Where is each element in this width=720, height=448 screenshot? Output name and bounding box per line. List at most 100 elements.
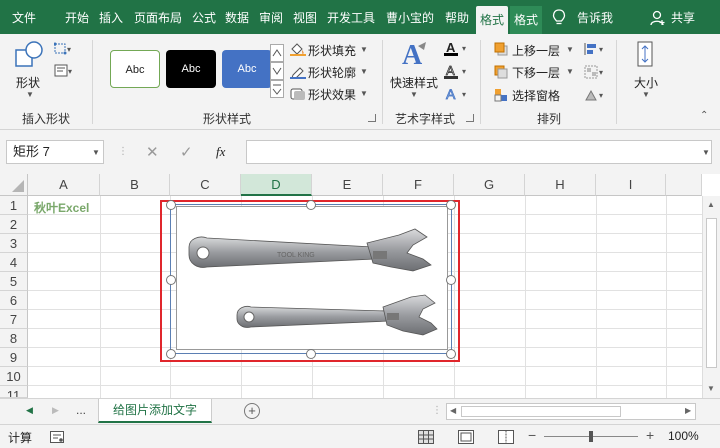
name-box[interactable]: 矩形 7 — [6, 140, 104, 164]
size-caret[interactable]: ▼ — [642, 90, 650, 99]
shape-style-white[interactable]: Abc — [110, 50, 160, 88]
align-icon[interactable]: ▾ — [584, 42, 608, 59]
rotate-icon[interactable]: ▾ — [584, 88, 608, 105]
column-header[interactable]: C — [170, 174, 241, 196]
row-header[interactable]: 7 — [0, 310, 28, 329]
enter-icon[interactable]: ✓ — [180, 143, 193, 161]
select-all-corner[interactable] — [0, 174, 28, 196]
tell-me-search[interactable]: 告诉我 — [574, 0, 616, 34]
text-box-icon[interactable]: ▾ — [54, 64, 74, 81]
send-backward-caret[interactable]: ▼ — [566, 67, 574, 76]
formula-input[interactable] — [246, 140, 712, 164]
resize-handle[interactable] — [446, 349, 456, 359]
column-header[interactable]: E — [312, 174, 383, 196]
pencil-icon[interactable] — [290, 65, 306, 82]
bring-forward-icon[interactable] — [494, 42, 508, 59]
page-layout-view-icon[interactable] — [458, 430, 474, 447]
resize-handle[interactable] — [306, 200, 316, 210]
resize-handle[interactable] — [166, 349, 176, 359]
tab-custom[interactable]: 曹小宝的 — [382, 0, 438, 34]
vertical-scroll-thumb[interactable] — [706, 218, 717, 368]
cell-a1[interactable]: 秋叶Excel — [34, 199, 89, 216]
column-header[interactable]: B — [100, 174, 170, 196]
column-header[interactable]: F — [383, 174, 454, 196]
bring-forward-caret[interactable]: ▼ — [566, 45, 574, 54]
size-icon[interactable] — [634, 40, 656, 71]
quick-styles-caret[interactable]: ▼ — [410, 90, 418, 99]
column-header[interactable]: I — [596, 174, 666, 196]
row-header[interactable]: 2 — [0, 215, 28, 234]
column-header-selected[interactable]: D — [241, 174, 312, 196]
paint-bucket-icon[interactable] — [290, 42, 306, 59]
sheet-tab-active[interactable]: 给图片添加文字 — [98, 399, 212, 423]
row-header[interactable]: 5 — [0, 272, 28, 291]
gallery-scroll[interactable] — [270, 44, 284, 98]
tab-home[interactable]: 开始 — [62, 0, 92, 34]
normal-view-icon[interactable] — [418, 430, 434, 447]
resize-handle[interactable] — [166, 200, 176, 210]
add-sheet-icon[interactable]: + — [244, 403, 260, 419]
tab-insert[interactable]: 插入 — [96, 0, 126, 34]
zoom-level[interactable]: 100% — [668, 429, 699, 443]
tab-review[interactable]: 审阅 — [256, 0, 286, 34]
insert-function-button[interactable]: fx — [216, 144, 225, 160]
tab-help[interactable]: 帮助 — [442, 0, 472, 34]
zoom-out-button[interactable]: − — [528, 427, 536, 443]
column-header[interactable] — [666, 174, 702, 196]
tab-format-shape[interactable]: 格式 — [510, 6, 542, 34]
edit-shape-icon[interactable]: ▾ — [53, 42, 74, 59]
shape-button[interactable]: 形状 — [16, 74, 40, 91]
send-backward-icon[interactable] — [494, 65, 508, 82]
horizontal-scrollbar[interactable]: ◀ ▶ — [446, 403, 696, 420]
page-break-view-icon[interactable] — [498, 430, 514, 447]
text-effects-icon[interactable]: A ▾ — [444, 86, 470, 105]
selection-pane-button[interactable]: 选择窗格 — [512, 87, 560, 104]
next-sheet-icon[interactable]: ▶ — [52, 405, 59, 416]
shape-effects-icon[interactable] — [290, 87, 306, 104]
horizontal-scroll-thumb[interactable] — [461, 406, 621, 417]
wordart-icon[interactable]: A — [398, 40, 430, 73]
cancel-icon[interactable]: ✕ — [146, 143, 159, 161]
row-header[interactable]: 9 — [0, 348, 28, 367]
prev-sheet-icon[interactable]: ◀ — [26, 405, 33, 416]
row-header[interactable]: 3 — [0, 234, 28, 253]
expand-formula-icon[interactable]: ▼ — [702, 148, 710, 157]
shape-outline-caret[interactable]: ▼ — [360, 67, 368, 76]
send-backward-button[interactable]: 下移一层 — [512, 64, 560, 81]
row-header[interactable]: 11 — [0, 386, 28, 398]
tab-formulas[interactable]: 公式 — [190, 0, 218, 34]
row-header[interactable]: 4 — [0, 253, 28, 272]
resize-handle[interactable] — [446, 200, 456, 210]
splitter-dots-icon[interactable]: ⋮ — [432, 405, 442, 416]
scroll-up-icon[interactable]: ▲ — [707, 200, 715, 209]
scroll-right-icon[interactable]: ▶ — [685, 406, 691, 415]
tab-view[interactable]: 视图 — [290, 0, 320, 34]
column-header[interactable]: H — [525, 174, 596, 196]
tab-data[interactable]: 数据 — [222, 0, 252, 34]
macro-record-icon[interactable] — [50, 431, 64, 446]
shape-effects-button[interactable]: 形状效果 — [308, 86, 356, 103]
shape-style-black[interactable]: Abc — [166, 50, 216, 88]
row-header[interactable]: 10 — [0, 367, 28, 386]
wordart-launcher[interactable] — [466, 114, 474, 122]
scroll-down-icon[interactable]: ▼ — [707, 384, 715, 393]
row-header[interactable]: 1 — [0, 196, 28, 215]
more-sheets-button[interactable]: ... — [76, 403, 86, 417]
share-button[interactable]: 共享 — [668, 0, 698, 34]
bring-forward-button[interactable]: 上移一层 — [512, 42, 560, 59]
shape-dropdown-caret[interactable]: ▼ — [26, 90, 34, 99]
selection-pane-icon[interactable] — [494, 88, 508, 105]
group-icon[interactable]: ▾ — [584, 65, 608, 82]
size-button[interactable]: 大小 — [634, 74, 658, 91]
column-header[interactable]: G — [454, 174, 525, 196]
text-outline-icon[interactable]: A ▾ — [444, 63, 470, 82]
shape-fill-button[interactable]: 形状填充 — [308, 42, 356, 59]
collapse-ribbon-icon[interactable]: ⌃ — [700, 110, 708, 121]
tab-developer[interactable]: 开发工具 — [324, 0, 378, 34]
resize-handle[interactable] — [446, 275, 456, 285]
row-header[interactable]: 6 — [0, 291, 28, 310]
resize-handle[interactable] — [306, 349, 316, 359]
shape-effects-caret[interactable]: ▼ — [360, 89, 368, 98]
worksheet-grid[interactable]: A B C D E F G H I 1 2 3 4 5 6 7 8 9 10 1… — [0, 174, 720, 398]
row-header[interactable]: 8 — [0, 329, 28, 348]
